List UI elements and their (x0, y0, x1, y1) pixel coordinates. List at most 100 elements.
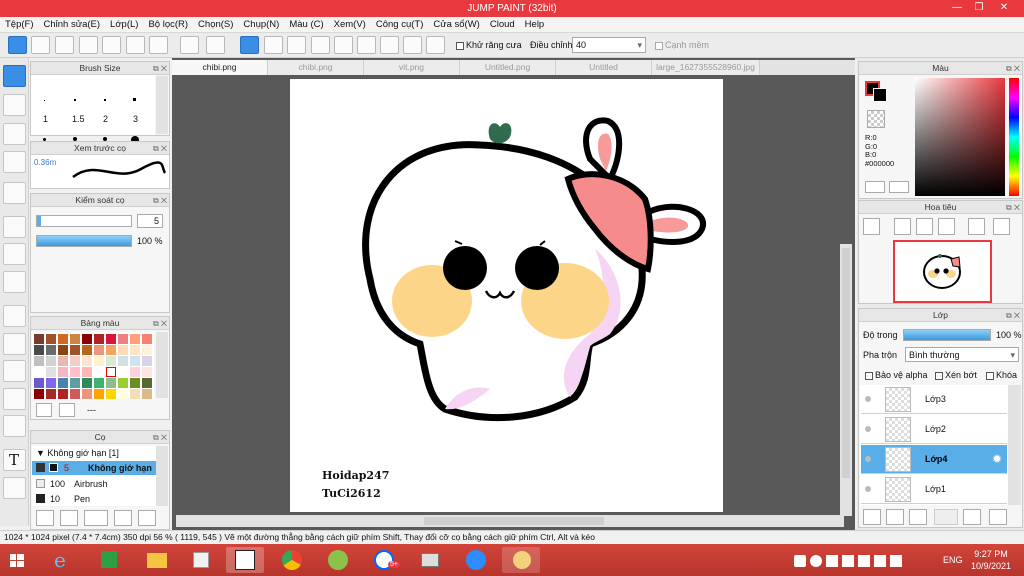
layer-row[interactable]: Lớp1 (861, 475, 1007, 504)
clip-checkbox[interactable]: Xén bớt (935, 370, 977, 380)
tab-chibi[interactable]: chibi.png (172, 60, 268, 75)
circle-snap-icon[interactable] (357, 36, 376, 54)
palette-swatches[interactable] (32, 332, 154, 399)
drawing-canvas[interactable]: Hoidap247 TuCi2612 (290, 79, 723, 512)
palette-swatch[interactable] (58, 345, 68, 355)
export-icon[interactable] (31, 36, 50, 54)
language-indicator[interactable]: ENG (943, 555, 963, 565)
select-pen-icon[interactable] (3, 388, 26, 410)
tab-vit[interactable]: vit.png (364, 60, 460, 75)
comment-icon[interactable] (79, 36, 98, 54)
close-icon[interactable]: ✕ (993, 1, 1015, 15)
tray-v-icon[interactable] (842, 555, 854, 567)
trash-icon[interactable] (59, 403, 75, 417)
tab-large-jpg[interactable]: large_1627355528960.jpg (652, 60, 760, 75)
restore-icon[interactable]: ❐ (968, 1, 990, 15)
palette-swatch[interactable] (46, 334, 56, 344)
palette-scrollbar[interactable] (156, 332, 168, 398)
lock-checkbox[interactable]: Khóa (986, 370, 1017, 380)
palette-swatch[interactable] (34, 378, 44, 388)
panel-menu-icon[interactable]: ⧉ ✕ (1006, 202, 1020, 214)
vanishing-snap-icon[interactable] (311, 36, 330, 54)
navigator-preview[interactable] (893, 240, 992, 303)
jumppaint-icon[interactable] (226, 547, 264, 573)
brush-settings-icon[interactable] (36, 510, 54, 526)
visibility-icon[interactable] (865, 426, 871, 432)
network-icon[interactable] (874, 555, 886, 567)
palette-swatch[interactable] (46, 356, 56, 366)
palette-swatch[interactable] (130, 367, 140, 377)
palette-swatch[interactable] (46, 378, 56, 388)
palette-swatch[interactable] (106, 334, 116, 344)
brush-item[interactable]: 10 Pen (32, 492, 156, 506)
menu-edit[interactable]: Chỉnh sửa(E) (39, 17, 106, 30)
clock[interactable]: 9:27 PM 10/9/2021 (966, 548, 1016, 572)
curve-snap-icon[interactable] (380, 36, 399, 54)
panel-menu-icon[interactable]: ⧉ ✕ (1006, 63, 1020, 75)
palette-swatch[interactable] (142, 345, 152, 355)
palette-swatch[interactable] (58, 356, 68, 366)
zoom-in-icon[interactable] (894, 218, 911, 235)
minimize-icon[interactable]: — (946, 1, 968, 15)
palette-swatch[interactable] (142, 367, 152, 377)
file-manager-icon[interactable] (182, 547, 220, 573)
color-picker-button[interactable] (865, 181, 885, 193)
menu-help[interactable]: Help (520, 17, 550, 30)
radial-snap-icon[interactable] (334, 36, 353, 54)
menu-cloud[interactable]: Cloud (485, 17, 520, 30)
zoom-app-icon[interactable] (456, 547, 494, 573)
brush-size-slider[interactable] (36, 215, 132, 227)
palette-swatch[interactable] (106, 389, 116, 399)
redo-icon[interactable] (206, 36, 225, 54)
no-snap-icon[interactable] (240, 36, 259, 54)
tab-untitled-png[interactable]: Untitled.png (460, 60, 556, 75)
hue-slider[interactable] (1009, 78, 1019, 196)
menu-filter[interactable]: Bộ lọc(R) (143, 17, 193, 30)
ie-icon[interactable]: e (44, 547, 82, 573)
tray-app-icon[interactable] (794, 555, 806, 567)
panel-menu-icon[interactable]: ⧉ ✕ (153, 195, 167, 207)
tray-mail-icon[interactable] (858, 555, 870, 567)
magic-wand-icon[interactable] (3, 360, 26, 382)
palette-swatch[interactable] (118, 334, 128, 344)
palette-swatch[interactable] (118, 367, 128, 377)
palette-swatch[interactable] (82, 356, 92, 366)
brush-item[interactable]: 100 Airbrush (32, 477, 156, 491)
layer-merge-icon[interactable] (989, 509, 1007, 525)
layer-menu-icon[interactable] (934, 509, 958, 525)
palette-swatch[interactable] (106, 345, 116, 355)
volume-icon[interactable] (890, 555, 902, 567)
palette-swatch[interactable] (46, 389, 56, 399)
visibility-icon[interactable] (865, 396, 871, 402)
page-icon[interactable] (102, 36, 121, 54)
brush-copy-icon[interactable] (114, 510, 132, 526)
palette-swatch[interactable] (34, 367, 44, 377)
palette-swatch[interactable] (142, 378, 152, 388)
menu-layer[interactable]: Lớp(L) (105, 17, 143, 30)
layer-row-selected[interactable]: Lớp4 ✹ (861, 445, 1007, 474)
brush-size-grid[interactable]: 1 1.5 2 3 (31, 75, 155, 144)
palette-swatch[interactable] (58, 334, 68, 344)
palette-swatch[interactable] (70, 367, 80, 377)
brush-list-scrollbar[interactable] (156, 446, 168, 506)
folder-icon[interactable] (963, 509, 981, 525)
palette-swatch[interactable] (94, 345, 104, 355)
palette-swatch[interactable] (70, 334, 80, 344)
palette-swatch[interactable] (142, 389, 152, 399)
line-icon[interactable] (3, 151, 26, 173)
lasso-icon[interactable] (3, 333, 26, 355)
blend-mode-dropdown[interactable]: Bình thường ▾ (905, 347, 1019, 362)
menu-tools[interactable]: Công cụ(T) (371, 17, 429, 30)
brush-item[interactable]: 5 Không giớ hạn (32, 461, 156, 475)
ellipse-snap-icon[interactable] (403, 36, 422, 54)
folder-icon[interactable] (138, 510, 156, 526)
palette-swatch[interactable] (106, 367, 116, 377)
windows-start-icon[interactable] (4, 547, 30, 573)
coccoc-icon[interactable] (318, 547, 356, 573)
palette-swatch[interactable] (118, 378, 128, 388)
canvas-vertical-scrollbar[interactable] (840, 244, 852, 516)
palette-swatch[interactable] (34, 345, 44, 355)
antialias-checkbox[interactable]: Khử răng cưa (456, 40, 522, 50)
parallel-snap-icon[interactable] (264, 36, 283, 54)
shape-icon[interactable] (3, 123, 26, 145)
